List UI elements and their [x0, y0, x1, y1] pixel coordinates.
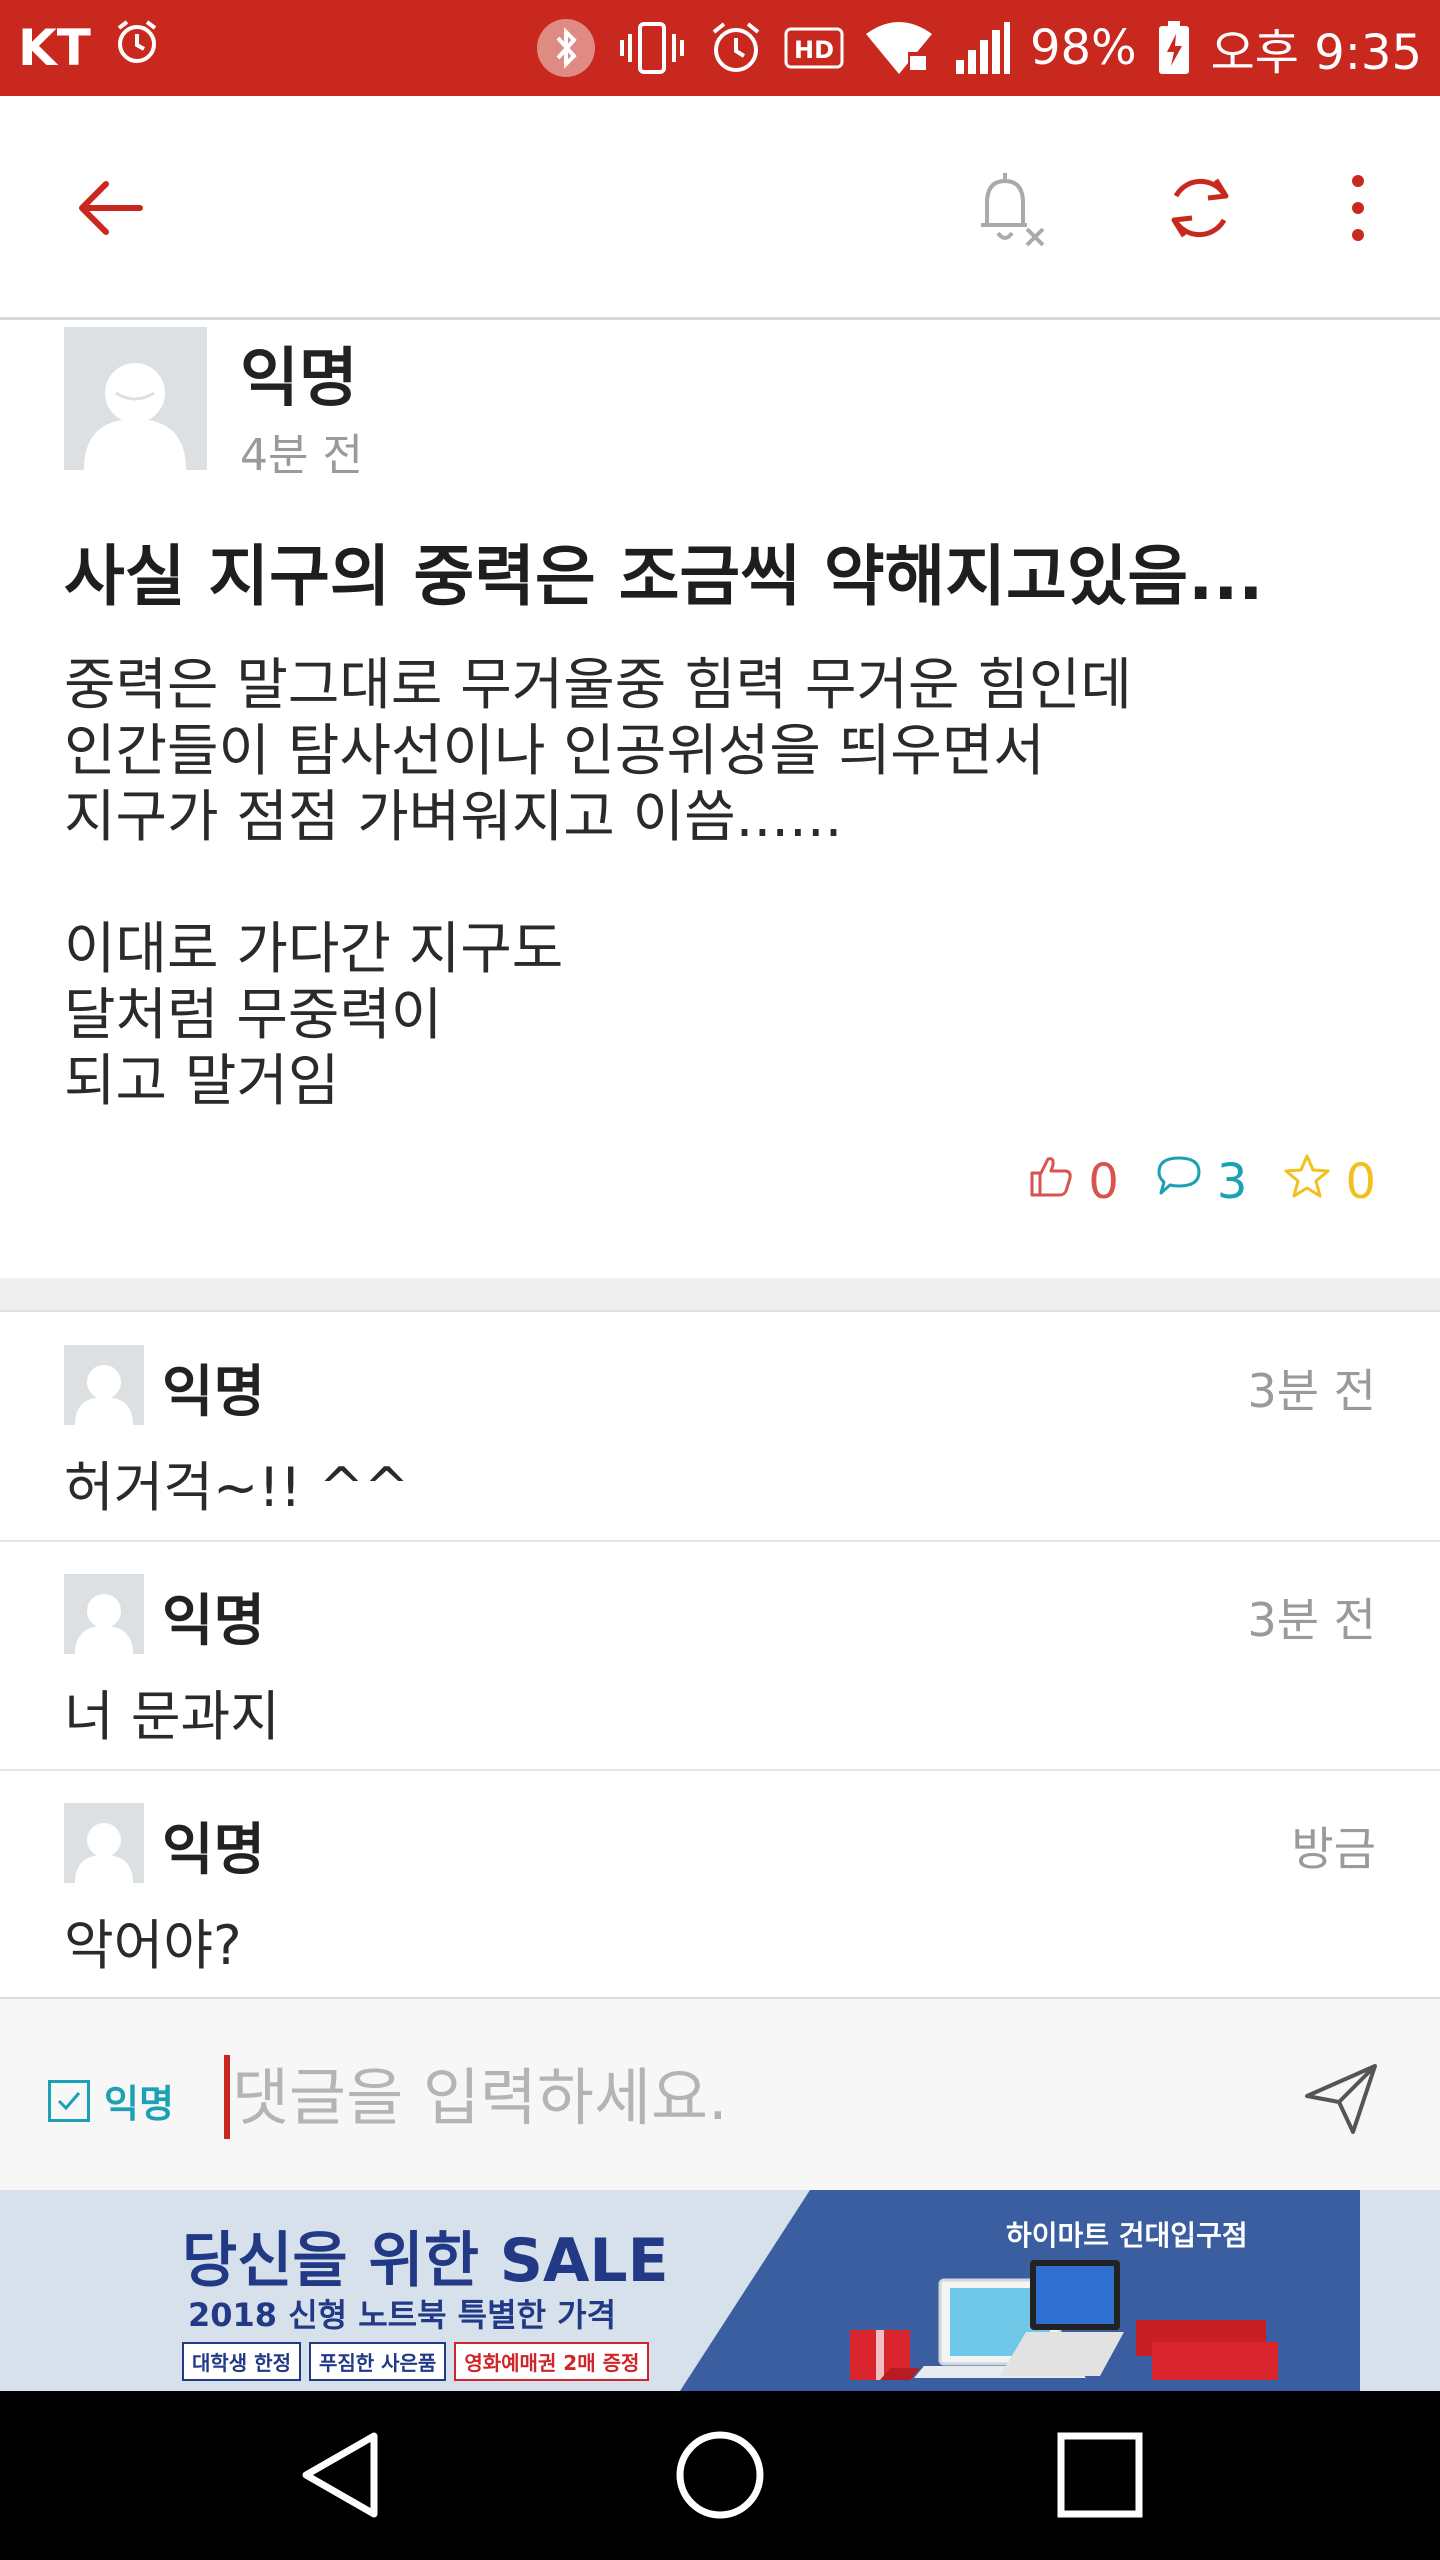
comment-item: 익명 3분 전 허거걱~!! ^^: [0, 1313, 1440, 1542]
clock: 오후 9:35: [1210, 25, 1422, 81]
comment-time: 3분 전: [1247, 1593, 1376, 1647]
send-icon[interactable]: [1286, 2043, 1396, 2153]
scrap-count: 0: [1345, 1154, 1376, 1210]
post-body-line: [64, 851, 1384, 917]
vibrate-icon: [616, 18, 688, 78]
comment-item: 익명 방금 악어야?: [0, 1771, 1440, 2000]
alarm-icon: [708, 20, 764, 76]
system-nav-bar: [0, 2391, 1440, 2560]
ad-subline: 2018 신형 노트북 특별한 가격: [188, 2296, 617, 2334]
alarm-icon: [113, 18, 161, 78]
home-circle-icon[interactable]: [660, 2425, 780, 2525]
ad-tag: 영화예매권 2매 증정: [454, 2342, 650, 2381]
post-time: 4분 전: [240, 430, 363, 481]
comment-author: 익명: [162, 1818, 266, 1883]
ad-tag: 푸짐한 사은품: [308, 2342, 447, 2381]
more-vert-icon[interactable]: [1298, 148, 1418, 268]
battery-icon: [1157, 20, 1191, 76]
comment-count-button[interactable]: 3: [1155, 1154, 1248, 1210]
screen: KT HD 98% 오후 9:35 익명 4분 전 사실 지구의 중력은 조금씩…: [0, 0, 1440, 2560]
scrap-button[interactable]: 0: [1283, 1153, 1376, 1211]
section-divider: [0, 1278, 1440, 1312]
bluetooth-icon: [536, 18, 596, 78]
avatar: [64, 1574, 144, 1654]
carrier-label: KT: [18, 19, 91, 77]
post-body-line: 되고 말거임: [64, 1049, 340, 1114]
svg-text:HD: HD: [794, 36, 834, 64]
anonymous-label: 익명: [104, 2082, 174, 2126]
star-icon: [1283, 1153, 1331, 1211]
post-stats: 0 3 0: [1028, 1153, 1376, 1211]
hd-icon: HD: [784, 23, 844, 73]
app-bar: [0, 96, 1440, 320]
battery-percent: 98%: [1029, 20, 1137, 76]
comment-time: 방금: [1291, 1822, 1376, 1876]
post-body-line: 중력은 말그대로 무거울중 힘력 무거운 힘인데: [64, 653, 1132, 718]
recents-square-icon[interactable]: [1040, 2425, 1160, 2525]
avatar: [64, 1803, 144, 1883]
comment-text: 악어야?: [64, 1914, 242, 1977]
post-body: 중력은 말그대로 무거울중 힘력 무거운 힘인데 인간들이 탐사선이나 인공위성…: [64, 653, 1384, 1115]
post-body-line: 이대로 가다간 지구도: [64, 917, 564, 982]
notification-off-icon[interactable]: [948, 148, 1068, 268]
wifi-icon: [864, 20, 934, 76]
ad-tags: 대학생 한정 푸짐한 사은품 영화예매권 2매 증정: [182, 2342, 650, 2381]
post-body-line: 지구가 점점 가벼워지고 이씀......: [64, 785, 843, 850]
back-triangle-icon[interactable]: [280, 2425, 400, 2525]
comment-time: 3분 전: [1247, 1364, 1376, 1418]
comment-input[interactable]: [232, 2049, 1232, 2145]
speech-bubble-icon: [1155, 1154, 1203, 1210]
signal-icon: [954, 20, 1010, 76]
post: 익명 4분 전 사실 지구의 중력은 조금씩 약해지고있음... 중력은 말그대…: [0, 323, 1440, 1278]
anonymous-checkbox[interactable]: [48, 2079, 90, 2122]
comment-text: 허거걱~!! ^^: [64, 1456, 410, 1519]
thumbs-up-icon: [1028, 1153, 1074, 1211]
refresh-icon[interactable]: [1140, 148, 1260, 268]
like-button[interactable]: 0: [1028, 1153, 1119, 1211]
comment-count: 3: [1216, 1154, 1248, 1210]
ad-banner[interactable]: 당신을 위한 SALE 2018 신형 노트북 특별한 가격 대학생 한정 푸짐…: [0, 2190, 1440, 2391]
status-bar: KT HD 98% 오후 9:35: [0, 0, 1440, 96]
avatar: [64, 1345, 144, 1425]
comment-item: 익명 3분 전 너 문과지: [0, 1542, 1440, 1771]
anonymous-toggle[interactable]: 익명: [48, 2073, 174, 2128]
ad-tag: 대학생 한정: [182, 2342, 301, 2381]
comment-author: 익명: [162, 1360, 266, 1425]
comment-text: 너 문과지: [64, 1685, 280, 1748]
comment-input-bar: 익명: [0, 1997, 1440, 2190]
ad-headline: 당신을 위한 SALE: [182, 2226, 669, 2296]
ad-store-name: 하이마트 건대입구점: [1006, 2219, 1248, 2252]
post-author: 익명: [240, 342, 358, 416]
like-count: 0: [1088, 1154, 1119, 1210]
back-arrow-icon[interactable]: [50, 148, 170, 268]
avatar: [64, 327, 207, 470]
post-body-line: 인간들이 탐사선이나 인공위성을 띄우면서: [64, 719, 1045, 784]
laptop-image: [840, 2250, 1280, 2391]
comment-author: 익명: [162, 1589, 266, 1654]
text-cursor: [224, 2055, 230, 2139]
post-body-line: 달처럼 무중력이: [64, 983, 443, 1048]
post-title: 사실 지구의 중력은 조금씩 약해지고있음...: [64, 538, 1264, 615]
